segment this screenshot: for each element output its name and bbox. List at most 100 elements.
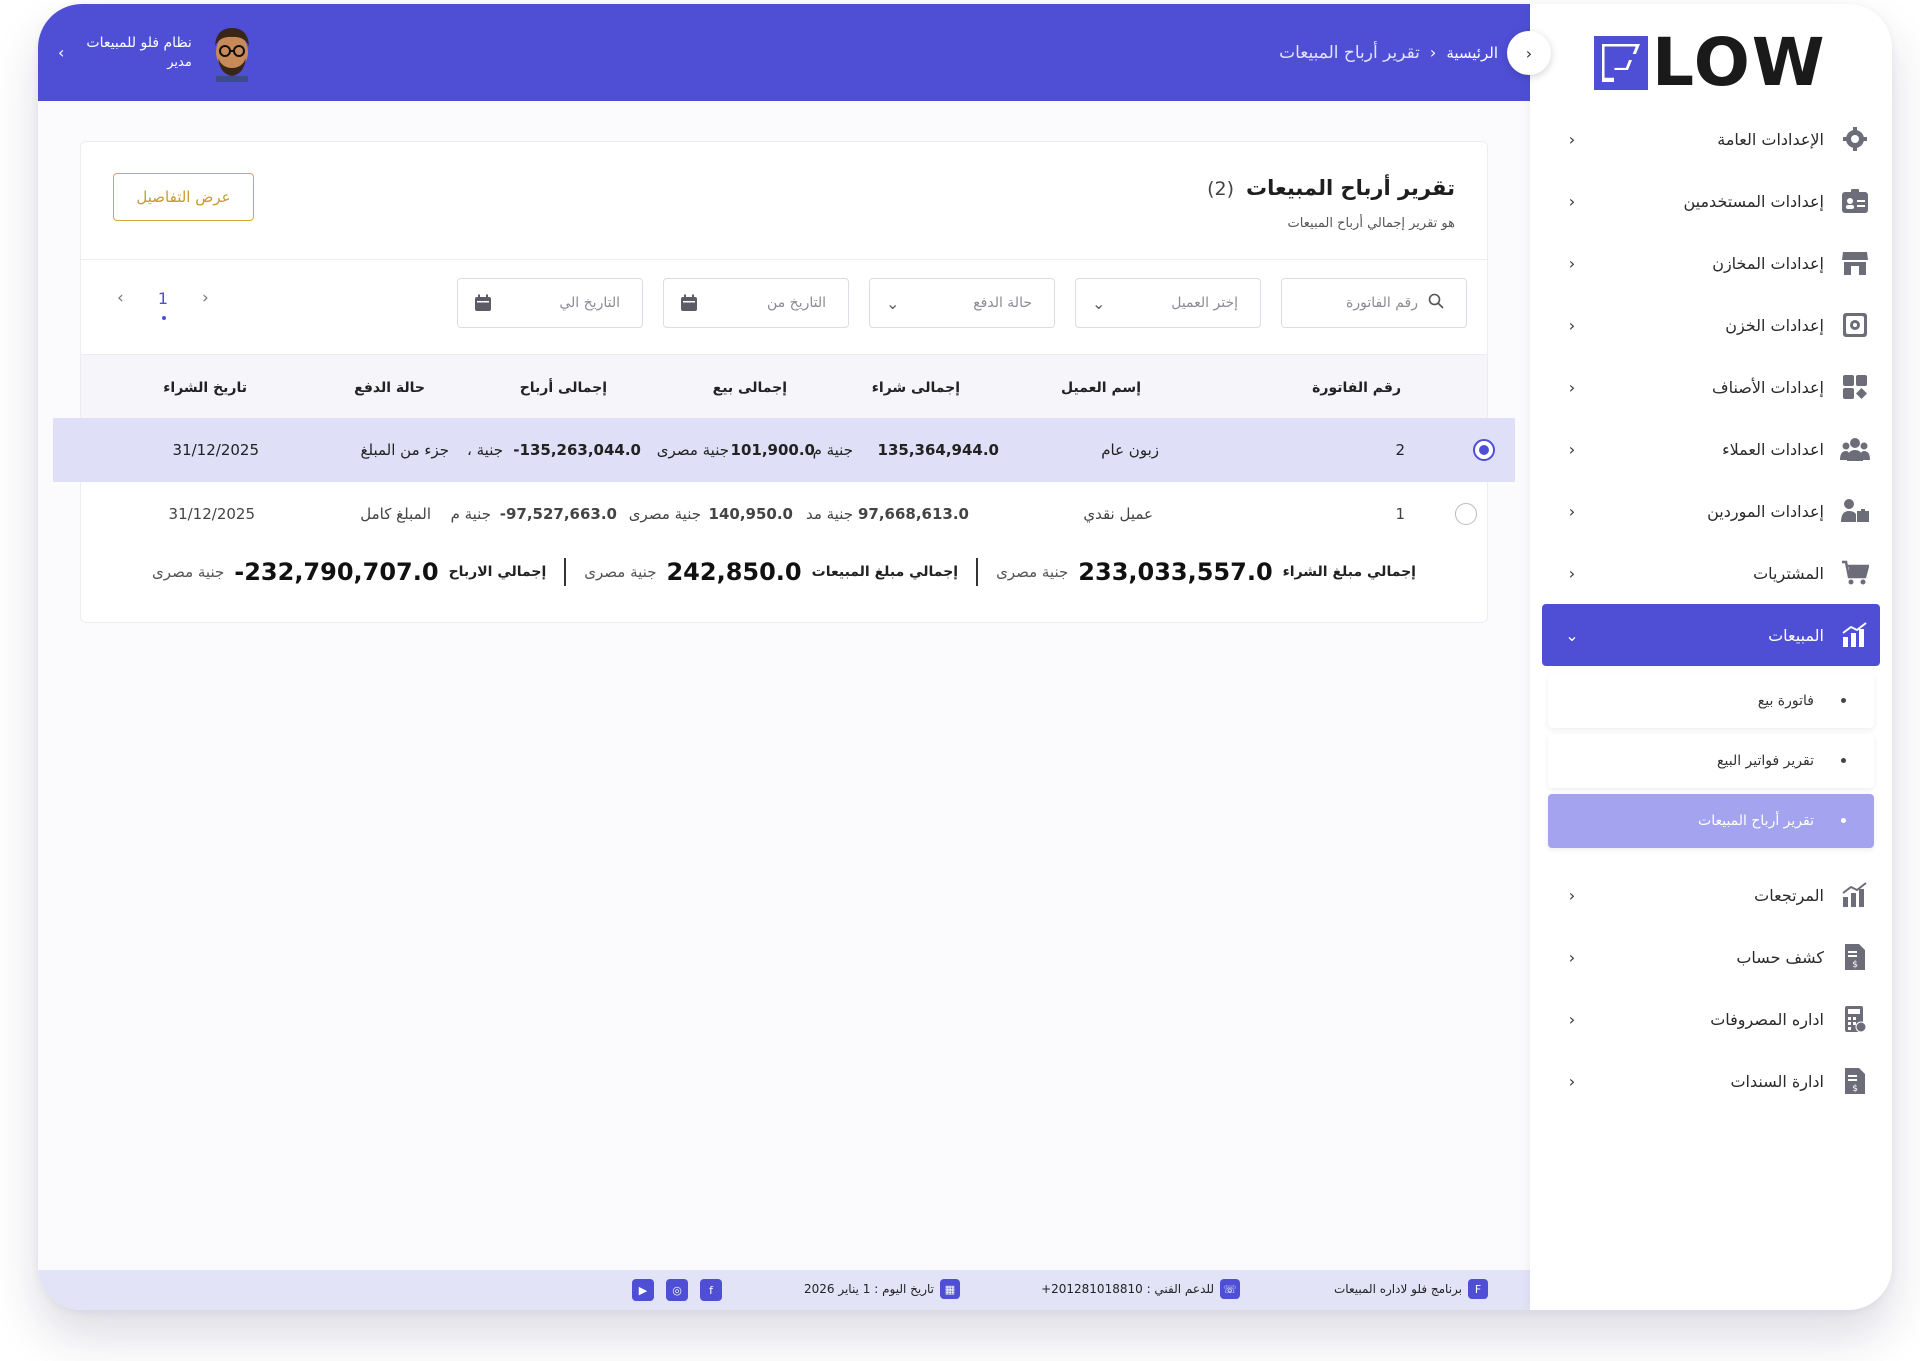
app-window: الرئيسية ‹ تقرير أرباح المبيعات ‹ نظام ف… bbox=[38, 4, 1892, 1310]
sidebar-item-expenses[interactable]: اداره المصروفات ‹ bbox=[1530, 988, 1892, 1050]
sidebar-item-sales[interactable]: المبيعات ⌄ bbox=[1542, 604, 1880, 666]
invoice-search-input[interactable]: رقم الفاتورة bbox=[1281, 278, 1467, 328]
sidebar-item-returns[interactable]: المرتجعات ‹ bbox=[1530, 864, 1892, 926]
sidebar-item-label: إعدادات الأصناف bbox=[1712, 377, 1824, 397]
row-radio[interactable] bbox=[1473, 439, 1495, 461]
cell-profit: 97,527,663.0- bbox=[499, 505, 617, 523]
row-radio[interactable] bbox=[1455, 503, 1477, 525]
instagram-icon[interactable]: ◎ bbox=[666, 1279, 688, 1301]
column-header-profit: إجمالى أرباح bbox=[519, 380, 607, 396]
chevron-left-icon: ‹ bbox=[1568, 501, 1576, 521]
cell-customer: زبون عام bbox=[1101, 441, 1159, 459]
date-from-placeholder: التاريخ من bbox=[767, 295, 826, 311]
pager-prev-icon[interactable]: ‹ bbox=[117, 288, 124, 308]
sidebar-item-suppliers-settings[interactable]: إعدادات الموردين ‹ bbox=[1530, 480, 1892, 542]
divider bbox=[564, 558, 567, 586]
chevron-left-icon: ‹ bbox=[1568, 563, 1576, 583]
logo[interactable]: LOW bbox=[1594, 30, 1827, 96]
divider bbox=[976, 558, 979, 586]
users-icon bbox=[1840, 434, 1870, 464]
customer-select[interactable]: إختر العميل ⌄ bbox=[1075, 278, 1261, 328]
social-links: ▶ ◎ f bbox=[632, 1279, 722, 1301]
date-from-input[interactable]: التاريخ من bbox=[663, 278, 849, 328]
pagination: ‹ 1 › bbox=[117, 288, 209, 320]
sidebar-toggle-button[interactable]: › bbox=[1507, 31, 1551, 75]
youtube-icon[interactable]: ▶ bbox=[632, 1279, 654, 1301]
sidebar-item-label: المشتريات bbox=[1753, 563, 1824, 583]
sidebar-item-customers-settings[interactable]: اعدادات العملاء ‹ bbox=[1530, 418, 1892, 480]
total-sales-value: 242,850.0 bbox=[666, 558, 802, 586]
top-bar: الرئيسية ‹ تقرير أرباح المبيعات ‹ نظام ف… bbox=[38, 4, 1530, 101]
cell-date: 31/12/2025 bbox=[168, 505, 255, 523]
submenu-label: تقرير فواتير البيع bbox=[1717, 753, 1814, 769]
footer-program: F برنامج فلو لاداره المبيعات bbox=[1334, 1279, 1488, 1299]
filter-bar: رقم الفاتورة إختر العميل ⌄ حالة الدفع ⌄ … bbox=[457, 278, 1467, 328]
report-count: (2) bbox=[1207, 178, 1235, 200]
footer: F برنامج فلو لاداره المبيعات ☏ للدعم الف… bbox=[38, 1270, 1530, 1310]
sidebar-item-users-settings[interactable]: إعدادات المستخدمين ‹ bbox=[1530, 170, 1892, 232]
total-purchase-value: 233,033,557.0 bbox=[1078, 558, 1273, 586]
user-info: نظام فلو للمبيعات مدير bbox=[86, 35, 191, 70]
sidebar-item-categories-settings[interactable]: إعدادات الأصناف ‹ bbox=[1530, 356, 1892, 418]
total-profit-value: 232,790,707.0- bbox=[234, 558, 439, 586]
sidebar: LOW الإعدادات العامة ‹ إعدادات المستخدمي… bbox=[1530, 4, 1892, 1310]
table-header: رقم الفاتورة إسم العميل إجمالى شراء إجما… bbox=[81, 354, 1487, 418]
avatar bbox=[214, 28, 249, 82]
payment-status-select[interactable]: حالة الدفع ⌄ bbox=[869, 278, 1055, 328]
pager-page[interactable]: 1 bbox=[158, 289, 168, 320]
cell-sale: 140,950.0 bbox=[708, 505, 793, 523]
date-to-input[interactable]: التاريخ الي bbox=[457, 278, 643, 328]
cell-purchase-currency: جنية مد bbox=[805, 505, 853, 523]
view-details-button[interactable]: عرض التفاصيل bbox=[113, 173, 254, 221]
sidebar-item-general-settings[interactable]: الإعدادات العامة ‹ bbox=[1530, 108, 1892, 170]
total-purchase-label: إجمالي مبلغ الشراء bbox=[1282, 564, 1416, 580]
page-subtitle: هو تقرير إجمالي أرباح المبيعات bbox=[1287, 216, 1455, 231]
chevron-left-icon: ‹ bbox=[1568, 439, 1576, 459]
facebook-icon[interactable]: f bbox=[700, 1279, 722, 1301]
sidebar-item-stores-settings[interactable]: إعدادات المخازن ‹ bbox=[1530, 232, 1892, 294]
sidebar-item-account-statement[interactable]: $ كشف حساب ‹ bbox=[1530, 926, 1892, 988]
sidebar-item-safes-settings[interactable]: إعدادات الخزن ‹ bbox=[1530, 294, 1892, 356]
chevron-left-icon: ‹ bbox=[1568, 947, 1576, 967]
submenu-item-sales-profit-report[interactable]: تقرير أرباح المبيعات bbox=[1548, 794, 1874, 848]
pager-next-icon[interactable]: › bbox=[202, 288, 209, 308]
sidebar-item-vouchers[interactable]: $ ادارة السندات ‹ bbox=[1530, 1050, 1892, 1112]
submenu-item-sale-invoice[interactable]: فاتورة بيع bbox=[1548, 674, 1874, 728]
table-row[interactable]: 1 عميل نقدي 97,668,613.0 جنية مد 140,950… bbox=[81, 482, 1487, 546]
flow-logo-icon bbox=[1594, 36, 1648, 90]
sidebar-item-label: المرتجعات bbox=[1754, 885, 1824, 905]
chevron-down-icon: ⌄ bbox=[886, 294, 900, 313]
payment-status-placeholder: حالة الدفع bbox=[973, 295, 1032, 311]
user-name: نظام فلو للمبيعات bbox=[86, 34, 192, 51]
cell-purchase-currency: جنية م bbox=[812, 441, 853, 459]
footer-support: ☏ للدعم الفني : 201281018810+ bbox=[1041, 1279, 1240, 1299]
breadcrumb-home[interactable]: الرئيسية bbox=[1446, 44, 1498, 62]
chevron-down-icon: ⌄ bbox=[1092, 294, 1106, 313]
cell-profit-currency: جنية م bbox=[450, 505, 491, 523]
breadcrumb-current: تقرير أرباح المبيعات bbox=[1279, 42, 1420, 63]
chevron-left-icon: ‹ bbox=[1568, 377, 1576, 397]
total-profit-label: إجمالي الارباح bbox=[448, 564, 547, 580]
submenu-label: فاتورة بيع bbox=[1757, 693, 1814, 709]
sidebar-item-label: إعدادات الخزن bbox=[1725, 315, 1824, 335]
chevron-left-icon: ‹ bbox=[1568, 253, 1576, 273]
cell-customer: عميل نقدي bbox=[1083, 505, 1153, 523]
sidebar-item-label: المبيعات bbox=[1768, 625, 1824, 645]
column-header-date: تاريخ الشراء bbox=[163, 380, 247, 396]
page-title: تقرير أرباح المبيعات bbox=[1246, 176, 1455, 200]
sidebar-item-label: إعدادات الموردين bbox=[1707, 501, 1824, 521]
chevron-left-icon: ‹ bbox=[1568, 1009, 1576, 1029]
bullet bbox=[1841, 758, 1846, 763]
sidebar-item-label: إعدادات المخازن bbox=[1712, 253, 1824, 273]
chevron-left-icon: ‹ bbox=[1568, 129, 1576, 149]
footer-program-text: برنامج فلو لاداره المبيعات bbox=[1334, 1282, 1462, 1296]
sidebar-item-label: الإعدادات العامة bbox=[1717, 129, 1824, 149]
cell-payment-status: جزء من المبلغ bbox=[360, 441, 449, 459]
report-header: تقرير أرباح المبيعات (2) bbox=[1207, 176, 1455, 200]
table-row[interactable]: 2 زبون عام 135,364,944.0 جنية م 101,900.… bbox=[53, 418, 1515, 482]
user-menu[interactable]: ‹ نظام فلو للمبيعات مدير bbox=[58, 18, 258, 86]
submenu-item-sale-invoices-report[interactable]: تقرير فواتير البيع bbox=[1548, 734, 1874, 788]
support-icon: ☏ bbox=[1220, 1279, 1240, 1299]
sidebar-item-purchases[interactable]: المشتريات ‹ bbox=[1530, 542, 1892, 604]
total-purchase-currency: جنية مصرى bbox=[996, 563, 1069, 581]
